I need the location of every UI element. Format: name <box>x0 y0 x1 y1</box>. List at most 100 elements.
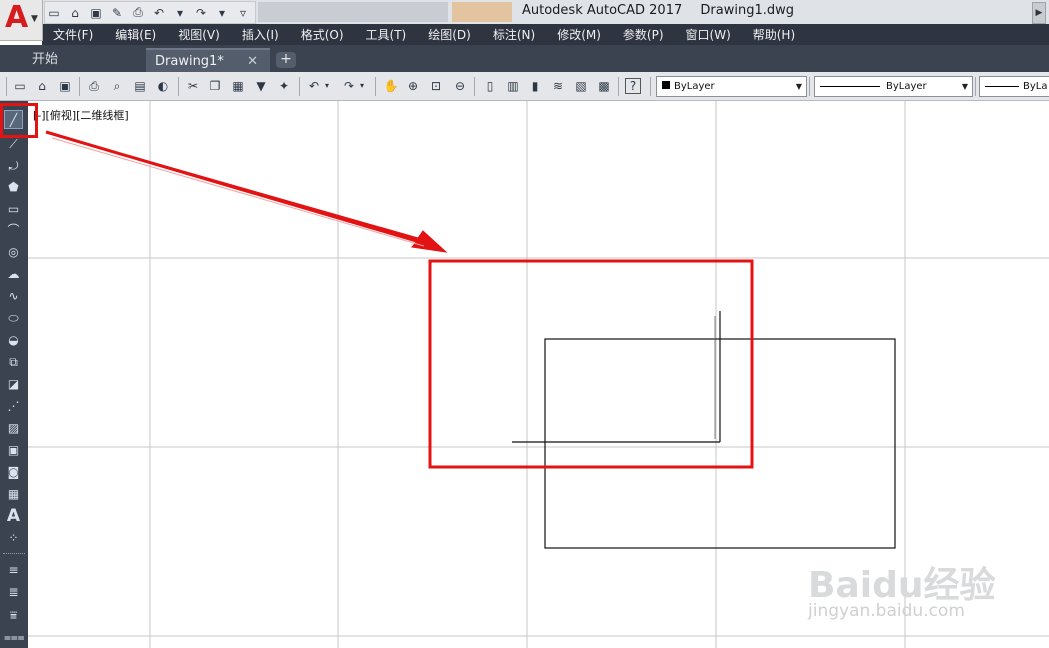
match-properties-icon[interactable]: ▼ <box>252 77 270 95</box>
make-block-icon[interactable]: ◪ <box>4 375 23 394</box>
new-tab-button[interactable]: + <box>276 52 296 68</box>
zoom-previous-icon[interactable]: ⊖ <box>451 77 469 95</box>
lineweight-value: ByLa <box>1023 81 1048 92</box>
polyline-icon[interactable]: ⤾ <box>4 157 23 176</box>
watermark-url: jingyan.baidu.com <box>808 601 965 621</box>
save-as-icon[interactable]: ✎ <box>108 4 126 22</box>
open-icon[interactable]: ⌂ <box>33 77 51 95</box>
open-file-icon[interactable]: ⌂ <box>66 4 84 22</box>
layer-states-icon[interactable]: ≣ <box>4 583 23 602</box>
ellipse-icon[interactable]: ⬭ <box>4 309 23 328</box>
revision-cloud-icon[interactable]: ☁ <box>4 265 23 284</box>
menu-file[interactable]: 文件(F) <box>42 26 104 43</box>
insert-block-icon[interactable]: ⧉ <box>4 353 23 372</box>
plot-icon[interactable]: ⎙ <box>85 77 103 95</box>
layer-iso-icon[interactable]: ⩶ <box>4 628 25 647</box>
undo-icon[interactable]: ↶ <box>305 77 323 95</box>
toolbar-separator <box>79 77 80 96</box>
linetype-control[interactable]: ByLayer ▼ <box>814 76 973 97</box>
line-icon[interactable]: ╱ <box>4 110 23 129</box>
multiline-text-icon[interactable]: A <box>4 507 23 526</box>
help-icon[interactable]: ? <box>625 78 641 94</box>
table-icon[interactable]: ▦ <box>4 485 23 504</box>
tab-start[interactable]: 开始 <box>20 48 140 72</box>
cut-icon[interactable]: ✂ <box>184 77 202 95</box>
layer-icon[interactable]: ≡ <box>4 561 23 580</box>
point-icon[interactable]: ⋰ <box>4 397 23 416</box>
toolbar-separator <box>375 77 376 96</box>
title-scroll-icon[interactable]: ▶ <box>1032 2 1046 24</box>
viewport-controls[interactable]: [-][俯视][二维线框] <box>33 107 129 123</box>
hatch-icon[interactable]: ▨ <box>4 419 23 438</box>
block-editor-icon[interactable]: ✦ <box>275 77 293 95</box>
menu-dimension[interactable]: 标注(N) <box>482 26 546 43</box>
toolbar-separator <box>975 77 976 96</box>
toolbar-separator <box>650 77 651 96</box>
region-icon[interactable]: ◙ <box>4 463 23 482</box>
redo-dropdown-icon[interactable]: ▾ <box>213 4 231 22</box>
menu-view[interactable]: 视图(V) <box>167 26 231 43</box>
toolbar-separator <box>809 77 810 96</box>
menu-insert[interactable]: 插入(I) <box>231 26 290 43</box>
menu-edit[interactable]: 编辑(E) <box>104 26 167 43</box>
3d-print-icon[interactable]: ◐ <box>154 77 172 95</box>
new-icon[interactable]: ▭ <box>11 77 29 95</box>
redo-dropdown-icon[interactable]: ▾ <box>357 77 367 95</box>
add-selected-icon[interactable]: ⁘ <box>4 529 23 548</box>
construction-line-icon[interactable]: ⟋ <box>4 135 23 154</box>
layer-match-icon[interactable]: ⩸ <box>4 606 23 625</box>
design-center-icon[interactable]: ▥ <box>504 77 522 95</box>
markup-set-icon[interactable]: ▧ <box>572 77 590 95</box>
zoom-realtime-icon[interactable]: ⊕ <box>404 77 422 95</box>
pan-icon[interactable]: ✋ <box>382 77 400 95</box>
application-menu-button[interactable]: A ▼ <box>0 0 43 41</box>
save-icon[interactable]: ▣ <box>87 4 105 22</box>
quickcalc-icon[interactable]: ▩ <box>595 77 613 95</box>
properties-icon[interactable]: ▯ <box>481 77 499 95</box>
menu-window[interactable]: 窗口(W) <box>675 26 742 43</box>
toolbar-separator <box>474 77 475 96</box>
color-control[interactable]: ByLayer ▼ <box>656 76 807 97</box>
publish-icon[interactable]: ▤ <box>131 77 149 95</box>
undo-icon[interactable]: ↶ <box>150 4 168 22</box>
circle-icon[interactable]: ◎ <box>4 243 23 262</box>
ellipse-arc-icon[interactable]: ◒ <box>4 331 23 350</box>
zoom-window-icon[interactable]: ⊡ <box>427 77 445 95</box>
redo-icon[interactable]: ↷ <box>192 4 210 22</box>
print-icon[interactable]: ⎙ <box>129 4 147 22</box>
plot-preview-icon[interactable]: ⌕ <box>108 77 126 95</box>
menu-parametric[interactable]: 参数(P) <box>612 26 675 43</box>
sheet-set-icon[interactable]: ≋ <box>549 77 567 95</box>
polygon-icon[interactable]: ⬟ <box>4 178 23 197</box>
paste-icon[interactable]: ▦ <box>229 77 247 95</box>
gradient-icon[interactable]: ▣ <box>4 441 23 460</box>
chevron-down-icon[interactable]: ▼ <box>792 77 806 96</box>
menu-tools[interactable]: 工具(T) <box>355 26 418 43</box>
customize-qat-icon[interactable]: ▿ <box>234 4 252 22</box>
lineweight-preview <box>985 85 1019 87</box>
tab-drawing1[interactable]: Drawing1* ✕ <box>146 48 270 74</box>
color-value: ByLayer <box>674 81 715 92</box>
toolbar-grip[interactable] <box>6 77 7 96</box>
close-icon[interactable]: ✕ <box>247 50 258 74</box>
undo-dropdown-icon[interactable]: ▾ <box>322 77 332 95</box>
copy-icon[interactable]: ❐ <box>206 77 224 95</box>
menu-help[interactable]: 帮助(H) <box>742 26 806 43</box>
window-title: Autodesk AutoCAD 2017 Drawing1.dwg <box>522 3 808 18</box>
autocad-logo-icon: A <box>5 0 29 35</box>
lineweight-control[interactable]: ByLa <box>979 76 1049 97</box>
app-title: Autodesk AutoCAD 2017 <box>522 3 683 18</box>
redo-icon[interactable]: ↷ <box>340 77 358 95</box>
new-file-icon[interactable]: ▭ <box>45 4 63 22</box>
tool-palettes-icon[interactable]: ▮ <box>526 77 544 95</box>
spline-icon[interactable]: ∿ <box>4 287 23 306</box>
rectangle-icon[interactable]: ▭ <box>4 200 23 219</box>
drawn-geometry[interactable] <box>512 311 896 549</box>
menu-format[interactable]: 格式(O) <box>290 26 355 43</box>
menu-draw[interactable]: 绘图(D) <box>417 26 482 43</box>
undo-dropdown-icon[interactable]: ▾ <box>171 4 189 22</box>
chevron-down-icon[interactable]: ▼ <box>958 77 972 96</box>
arc-icon[interactable]: ⌒ <box>4 221 23 240</box>
save-icon[interactable]: ▣ <box>56 77 74 95</box>
menu-modify[interactable]: 修改(M) <box>546 26 612 43</box>
